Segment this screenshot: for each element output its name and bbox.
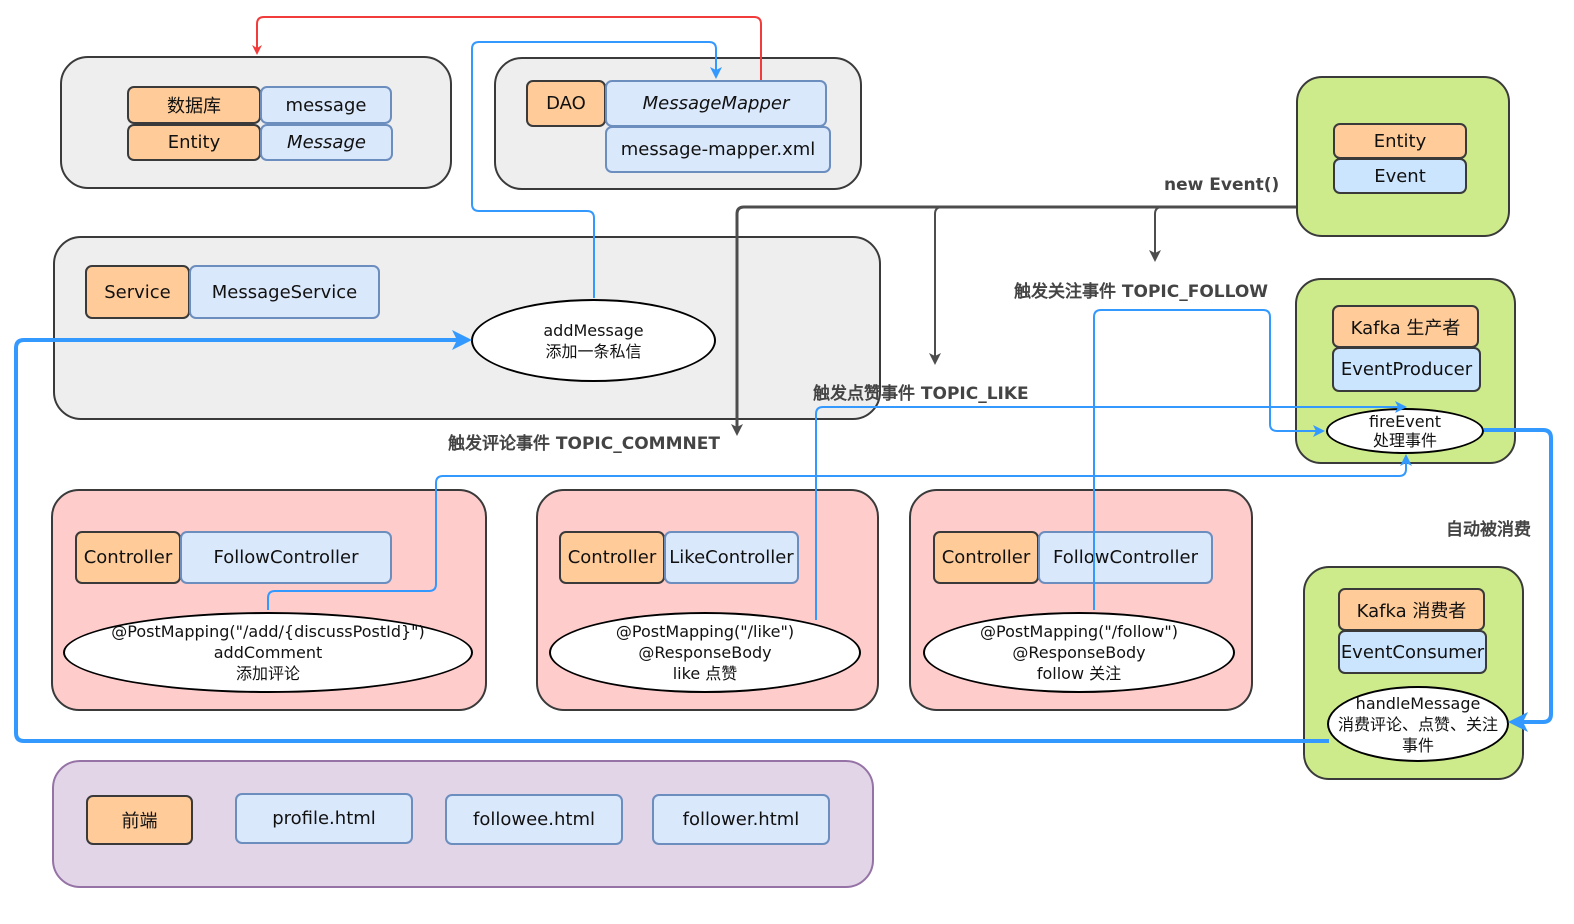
method-name: handleMessage	[1355, 693, 1481, 713]
label-topic-like: 触发点赞事件 TOPIC_LIKE	[813, 384, 1029, 404]
follow-controller-2[interactable]: FollowController	[1038, 531, 1213, 584]
add-comment-method[interactable]: @PostMapping("/add/{discussPostId}") add…	[63, 612, 473, 693]
profile-page[interactable]: profile.html	[235, 793, 413, 844]
method-desc: 处理事件	[1372, 431, 1437, 450]
label-new-event: new Event()	[1164, 175, 1280, 195]
method-name: fireEvent	[1369, 412, 1441, 431]
service-label: Service	[85, 265, 190, 319]
fire-event-method[interactable]: fireEvent 处理事件	[1326, 408, 1484, 454]
method-mapping: @PostMapping("/like")	[615, 622, 795, 641]
method-mapping: @PostMapping("/follow")	[980, 622, 1178, 641]
add-message-method[interactable]: addMessage 添加一条私信	[471, 299, 716, 382]
edge-topic-follow	[1149, 206, 1200, 262]
message-mapper-xml[interactable]: message-mapper.xml	[605, 126, 831, 173]
like-method[interactable]: @PostMapping("/like") @ResponseBody like…	[549, 612, 861, 693]
follower-page[interactable]: follower.html	[652, 794, 830, 845]
event-consumer[interactable]: EventConsumer	[1338, 630, 1487, 674]
database-table-name[interactable]: message	[260, 86, 392, 124]
method-name: follow 关注	[1036, 664, 1122, 683]
method-desc: 添加评论	[235, 664, 300, 683]
like-controller[interactable]: LikeController	[664, 531, 799, 584]
method-desc: 添加一条私信	[545, 341, 642, 361]
method-mapping: @PostMapping("/add/{discussPostId}")	[111, 622, 425, 641]
method-desc-2: 事件	[1401, 735, 1434, 755]
method-desc: 消费评论、点赞、关注	[1337, 714, 1498, 734]
controller-label: Controller	[75, 531, 181, 584]
database-label: 数据库	[127, 86, 261, 124]
method-annotation: @ResponseBody	[1012, 643, 1146, 662]
entity-label: Entity	[127, 124, 261, 161]
method-name: addComment	[213, 643, 323, 662]
label-auto-consume: 自动被消费	[1446, 520, 1531, 540]
method-annotation: @ResponseBody	[638, 643, 772, 662]
dao-label: DAO	[526, 80, 606, 127]
kafka-consumer-label: Kafka 消费者	[1338, 588, 1485, 631]
label-topic-follow: 触发关注事件 TOPIC_FOLLOW	[1014, 282, 1269, 302]
follow-method[interactable]: @PostMapping("/follow") @ResponseBody fo…	[923, 612, 1235, 693]
method-name: addMessage	[543, 320, 644, 340]
follow-controller-1[interactable]: FollowController	[180, 531, 392, 584]
event-producer[interactable]: EventProducer	[1332, 347, 1481, 392]
followee-page[interactable]: followee.html	[445, 794, 623, 845]
message-mapper[interactable]: MessageMapper	[605, 80, 827, 127]
frontend-label: 前端	[86, 795, 193, 845]
handle-message-method[interactable]: handleMessage 消费评论、点赞、关注 事件	[1327, 686, 1509, 762]
method-name: like 点赞	[672, 664, 738, 683]
edge-topic-like	[929, 206, 1000, 365]
event-entity[interactable]: Event	[1333, 158, 1467, 194]
message-service[interactable]: MessageService	[189, 265, 380, 319]
label-topic-comment: 触发评论事件 TOPIC_COMMNET	[448, 434, 720, 454]
controller-label: Controller	[559, 531, 665, 584]
service-group	[53, 236, 881, 420]
kafka-producer-label: Kafka 生产者	[1332, 305, 1479, 348]
event-entity-label: Entity	[1333, 123, 1467, 159]
controller-label: Controller	[933, 531, 1039, 584]
entity-message[interactable]: Message	[260, 124, 393, 161]
